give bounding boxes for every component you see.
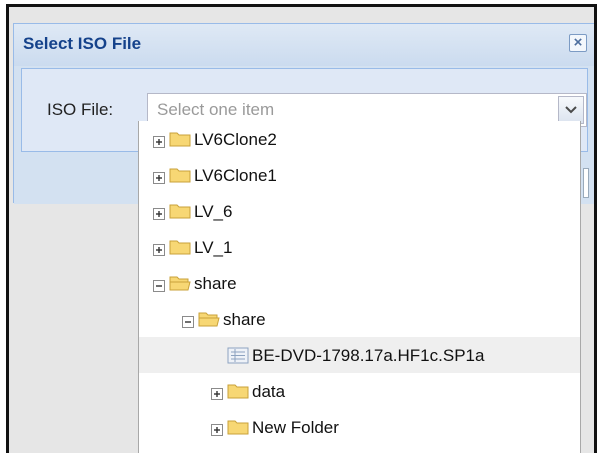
folder-open-icon <box>198 310 220 333</box>
tree-node-label: LV6Clone2 <box>194 130 277 149</box>
tree-folder-row[interactable]: share <box>139 301 580 337</box>
expand-plus-icon[interactable] <box>153 205 165 220</box>
tree-node-label: LV_6 <box>194 202 233 221</box>
tree-node-label: data <box>252 382 286 401</box>
folder-icon <box>169 166 191 189</box>
tree-node-label: share <box>194 274 237 293</box>
folder-icon <box>227 382 249 405</box>
expand-plus-icon[interactable] <box>153 133 165 148</box>
tree-file-row[interactable]: BE-DVD-1798.17a.HF1c.SP1a <box>139 337 580 373</box>
expand-plus-icon[interactable] <box>211 421 223 436</box>
close-icon: × <box>573 34 583 51</box>
expand-plus-icon[interactable] <box>153 241 165 256</box>
tree-node-label: share <box>223 310 266 329</box>
iso-file-input[interactable]: Select one item <box>157 100 546 120</box>
iso-tree-dropdown[interactable]: LV6Clone2 LV6Clone1 LV_6 LV_1share share BE-D… <box>138 121 581 453</box>
file-icon <box>227 346 249 369</box>
tree-node-label: LV6Clone1 <box>194 166 277 185</box>
tree-node-label: New Folder <box>252 418 339 437</box>
folder-icon <box>169 238 191 261</box>
screenshot-frame: Select ISO File × ISO File: Select one i… <box>6 4 597 453</box>
tree-folder-row[interactable]: New Folder <box>139 409 580 445</box>
iso-file-label: ISO File: <box>47 100 114 119</box>
tree-node-label: LV_1 <box>194 238 233 257</box>
tree-folder-row[interactable]: LV_6 <box>139 193 580 229</box>
folder-icon <box>227 418 249 441</box>
tree-folder-row[interactable]: share <box>139 265 580 301</box>
close-button[interactable]: × <box>569 34 587 52</box>
tree-node-label: BE-DVD-1798.17a.HF1c.SP1a <box>252 346 485 365</box>
expand-plus-icon[interactable] <box>211 385 223 400</box>
collapse-minus-icon[interactable] <box>153 277 165 292</box>
tree-folder-row[interactable]: LV6Clone1 <box>139 157 580 193</box>
combo-trigger-button[interactable] <box>558 96 584 124</box>
dialog-title: Select ISO File <box>23 34 142 53</box>
footer-button-edge <box>583 168 589 198</box>
expand-plus-icon[interactable] <box>153 169 165 184</box>
tree-folder-row[interactable]: data <box>139 373 580 409</box>
folder-icon <box>169 202 191 225</box>
chevron-down-icon <box>565 106 577 114</box>
tree-folder-row[interactable]: LV_1 <box>139 229 580 265</box>
folder-icon <box>169 130 191 153</box>
dialog-titlebar[interactable]: Select ISO File × <box>14 24 594 66</box>
tree-folder-row[interactable]: LV6Clone2 <box>139 121 580 157</box>
folder-open-icon <box>169 274 191 297</box>
collapse-minus-icon[interactable] <box>182 313 194 328</box>
